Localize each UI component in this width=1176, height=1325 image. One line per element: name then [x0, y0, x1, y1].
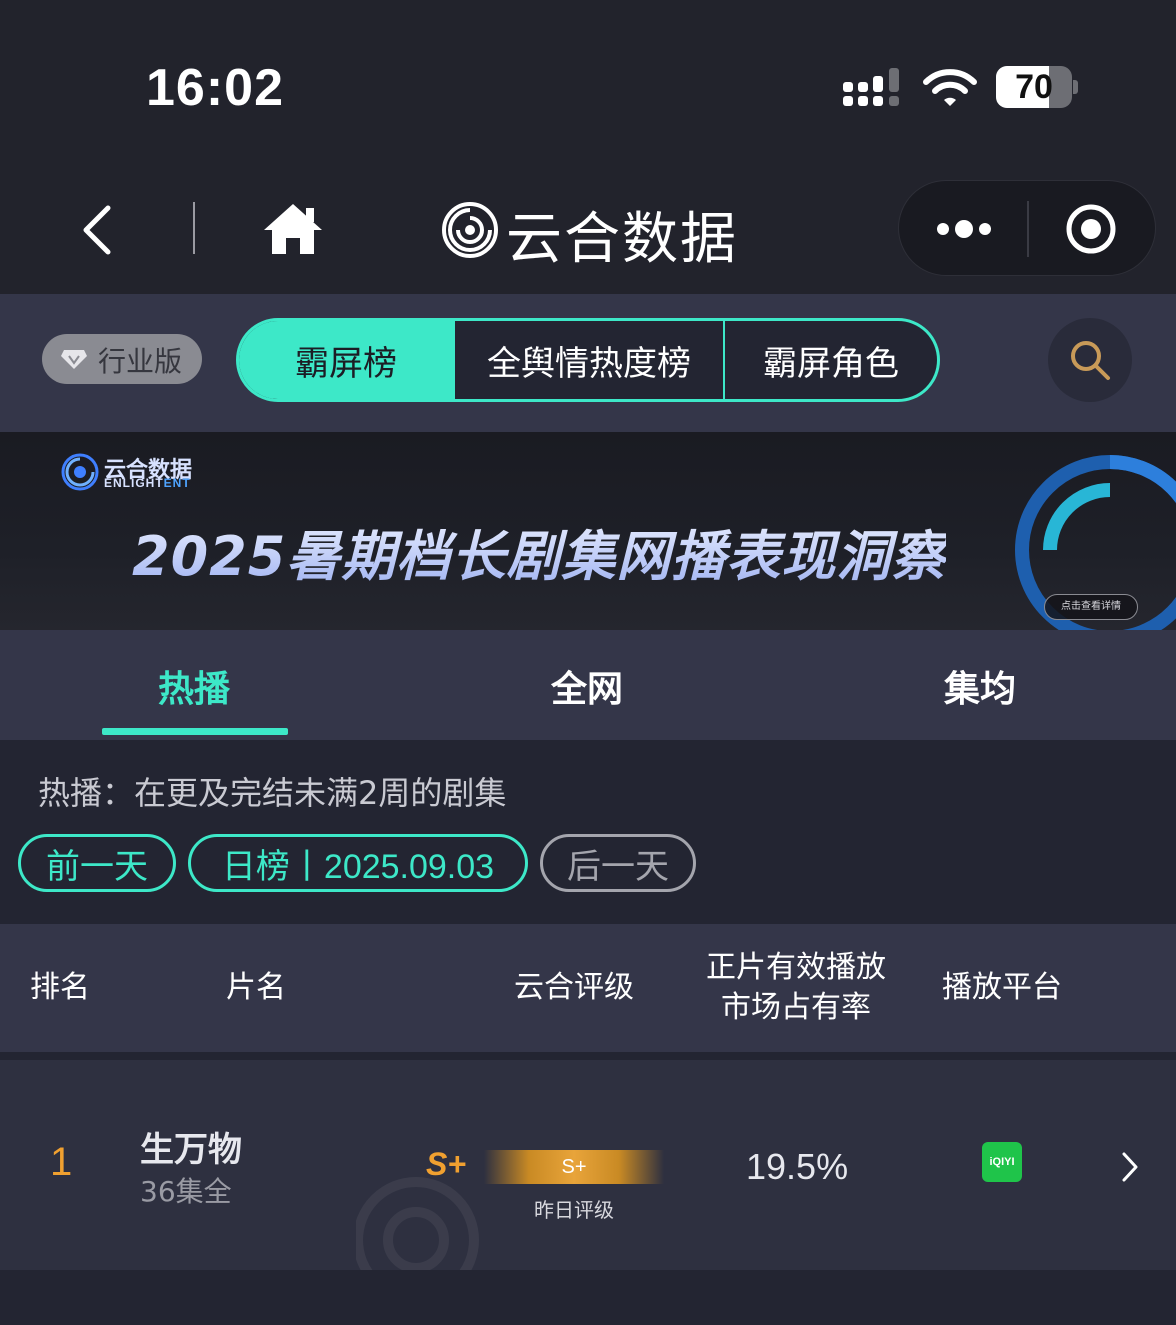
industry-edition-button[interactable]: 行业版 [42, 334, 202, 384]
home-icon[interactable] [262, 200, 324, 256]
tab-dominant-roles[interactable]: 霸屏角色 [725, 321, 937, 399]
app-logo-icon [442, 202, 498, 258]
filter-description: 热播：在更及完结未满2周的剧集 [38, 774, 507, 812]
diamond-icon [61, 350, 87, 369]
subtab-per-episode[interactable]: 集均 [944, 660, 1016, 712]
banner-logo-icon [61, 453, 99, 491]
table-header: 排名 片名 云合评级 正片有效播放 市场占有率 播放平台 [0, 924, 1176, 1052]
page-bottom [0, 1270, 1176, 1325]
search-button[interactable] [1048, 318, 1132, 402]
chevron-right-icon[interactable] [1120, 1150, 1140, 1184]
back-icon[interactable] [76, 200, 118, 260]
col-header-rating: 云合评级 [514, 970, 634, 1005]
more-icon[interactable] [933, 211, 995, 247]
promo-banner[interactable]: 云合数据 ENLIGHTENT 2025暑期档长剧集网播表现洞察 点击查看详情 [0, 432, 1176, 630]
drama-episodes: 36集全 [140, 1175, 232, 1208]
tab-screen-dominance[interactable]: 霸屏榜 [239, 321, 455, 399]
banner-brand-en: ENLIGHTENT [104, 476, 191, 490]
daily-chart-date-selector[interactable]: 日榜丨2025.09.03 [188, 834, 528, 892]
col-header-title: 片名 [226, 970, 286, 1005]
nav-divider [193, 202, 195, 254]
date-filter-area: 热播：在更及完结未满2周的剧集 前一天 日榜丨2025.09.03 后一天 [0, 740, 1176, 924]
rank-number: 1 [50, 1140, 73, 1184]
status-bar: 16:02 70 [0, 0, 1176, 170]
subtab-hot[interactable]: 热播 [158, 660, 230, 712]
col-header-rank: 排名 [30, 970, 90, 1005]
battery-indicator: 70 [996, 66, 1078, 108]
ranking-tab-strip: 行业版 霸屏榜 全舆情热度榜 霸屏角色 [0, 294, 1176, 432]
sub-tabs: 热播 全网 集均 [0, 630, 1176, 740]
banner-title: 2025暑期档长剧集网播表现洞察 [132, 512, 946, 591]
yesterday-rating-label: 昨日评级 [534, 1198, 614, 1222]
previous-day-button[interactable]: 前一天 [18, 834, 176, 892]
yesterday-rating-bar: S+ [484, 1150, 664, 1184]
drama-title: 生万物 [140, 1130, 242, 1170]
mini-program-capsule [898, 180, 1156, 276]
iqiyi-platform-icon: iQIYI [982, 1142, 1022, 1182]
col-header-share: 正片有效播放 市场占有率 [706, 950, 886, 1025]
target-icon[interactable] [1065, 203, 1117, 255]
wifi-icon [923, 69, 977, 106]
nav-bar: 云合数据 [0, 170, 1176, 294]
yesterday-rating: S+ [561, 1156, 587, 1178]
table-row[interactable]: 1 生万物 36集全 S+ S+ 昨日评级 19.5% iQIYI [0, 1060, 1176, 1300]
tab-public-opinion-heat[interactable]: 全舆情热度榜 [455, 321, 725, 399]
subtab-active-underline [102, 728, 288, 735]
search-icon [1071, 341, 1110, 380]
cellular-signal-icon [843, 68, 899, 106]
capsule-divider [1027, 201, 1029, 257]
col-header-platform: 播放平台 [942, 970, 1062, 1005]
battery-level: 70 [1015, 68, 1053, 106]
app-title: 云合数据 [506, 207, 738, 272]
industry-edition-label: 行业版 [98, 345, 183, 378]
ranking-segmented-control: 霸屏榜 全舆情热度榜 霸屏角色 [236, 318, 940, 402]
status-time: 16:02 [146, 59, 284, 117]
market-share: 19.5% [746, 1146, 849, 1187]
subtab-all-network[interactable]: 全网 [551, 660, 623, 712]
banner-detail-button[interactable]: 点击查看详情 [1044, 594, 1138, 620]
rating-grade: S+ [426, 1146, 467, 1182]
next-day-button[interactable]: 后一天 [540, 834, 696, 892]
